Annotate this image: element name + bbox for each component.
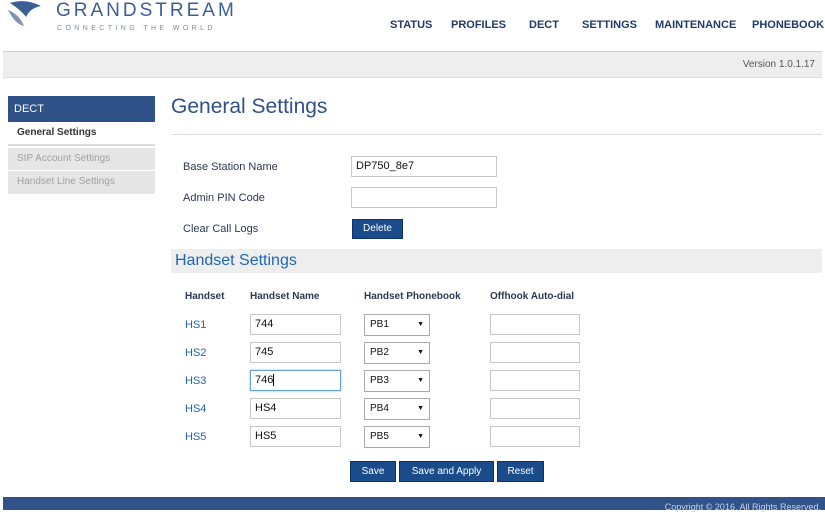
nav-maintenance[interactable]: MAINTENANCE bbox=[655, 19, 736, 31]
select-value: PB3 bbox=[370, 375, 389, 386]
sidebar-item-handset-line-settings[interactable]: Handset Line Settings bbox=[8, 171, 155, 193]
offhook-auto-dial-input[interactable] bbox=[490, 398, 580, 419]
select-value: PB4 bbox=[370, 403, 389, 414]
handset-settings-header: Handset Settings bbox=[171, 249, 822, 273]
text-caret bbox=[273, 374, 275, 387]
sidebar-item-label: SIP Account Settings bbox=[17, 153, 111, 164]
version-label: Version 1.0.1.17 bbox=[742, 59, 815, 70]
handset-id: HS4 bbox=[185, 403, 207, 415]
copyright-text: Copyright © 2016. All Rights Reserved. bbox=[664, 502, 821, 512]
handset-phonebook-select[interactable]: PB5 ▼ bbox=[364, 426, 430, 448]
offhook-auto-dial-input[interactable] bbox=[490, 370, 580, 391]
page-title: General Settings bbox=[171, 95, 328, 118]
column-header-handset: Handset bbox=[185, 291, 225, 302]
admin-pin-label: Admin PIN Code bbox=[183, 192, 265, 204]
handset-id: HS1 bbox=[185, 319, 207, 331]
handset-phonebook-select[interactable]: PB3 ▼ bbox=[364, 370, 430, 392]
offhook-auto-dial-input[interactable] bbox=[490, 342, 580, 363]
nav-dect[interactable]: DECT bbox=[529, 19, 559, 31]
top-nav: STATUS PROFILES DECT SETTINGS MAINTENANC… bbox=[0, 19, 825, 35]
select-value: PB2 bbox=[370, 347, 389, 358]
offhook-auto-dial-input[interactable] bbox=[490, 426, 580, 447]
dropdown-arrow-icon: ▼ bbox=[417, 321, 424, 328]
handset-name-input[interactable]: HS4 bbox=[250, 398, 341, 419]
sidebar-item-label: Handset Line Settings bbox=[17, 176, 115, 187]
handset-name-input[interactable]: HS5 bbox=[250, 426, 341, 447]
offhook-auto-dial-input[interactable] bbox=[490, 314, 580, 335]
sidebar-item-label: General Settings bbox=[17, 127, 97, 138]
title-divider bbox=[171, 134, 822, 135]
admin-pin-input[interactable] bbox=[351, 187, 497, 208]
handset-phonebook-select[interactable]: PB2 ▼ bbox=[364, 342, 430, 364]
sidebar-item-sip-account-settings[interactable]: SIP Account Settings bbox=[8, 148, 155, 170]
handset-phonebook-select[interactable]: PB4 ▼ bbox=[364, 398, 430, 420]
base-station-name-input[interactable]: DP750_8e7 bbox=[351, 156, 497, 177]
base-station-name-label: Base Station Name bbox=[183, 161, 278, 173]
nav-settings[interactable]: SETTINGS bbox=[582, 19, 637, 31]
handset-name-input[interactable]: 744 bbox=[250, 314, 341, 335]
dropdown-arrow-icon: ▼ bbox=[417, 433, 424, 440]
footer: Copyright © 2016. All Rights Reserved. bbox=[3, 497, 825, 512]
select-value: PB5 bbox=[370, 431, 389, 442]
handset-id: HS3 bbox=[185, 375, 207, 387]
handset-id: HS2 bbox=[185, 347, 207, 359]
nav-phonebook[interactable]: PHONEBOOK bbox=[752, 19, 824, 31]
handset-phonebook-select[interactable]: PB1 ▼ bbox=[364, 314, 430, 336]
nav-profiles[interactable]: PROFILES bbox=[451, 19, 506, 31]
handset-name-input[interactable]: 745 bbox=[250, 342, 341, 363]
select-value: PB1 bbox=[370, 319, 389, 330]
nav-status[interactable]: STATUS bbox=[390, 19, 432, 31]
reset-button[interactable]: Reset bbox=[497, 461, 544, 482]
column-header-handset-name: Handset Name bbox=[250, 291, 320, 302]
save-and-apply-button[interactable]: Save and Apply bbox=[399, 461, 494, 482]
sidebar-header-label: DECT bbox=[14, 103, 44, 115]
column-header-handset-phonebook: Handset Phonebook bbox=[364, 291, 461, 302]
dropdown-arrow-icon: ▼ bbox=[417, 405, 424, 412]
dropdown-arrow-icon: ▼ bbox=[417, 377, 424, 384]
handset-name-input-focused[interactable]: 746 bbox=[250, 370, 341, 391]
column-header-offhook-auto-dial: Offhook Auto-dial bbox=[490, 291, 575, 302]
save-button[interactable]: Save bbox=[350, 461, 396, 482]
header: GRANDSTREAM CONNECTING THE WORLD STATUS … bbox=[0, 0, 825, 50]
handset-settings-title: Handset Settings bbox=[175, 252, 297, 269]
clear-call-logs-label: Clear Call Logs bbox=[183, 223, 259, 235]
handset-id: HS5 bbox=[185, 431, 207, 443]
delete-button[interactable]: Delete bbox=[352, 219, 403, 239]
sidebar-bottom-edge bbox=[8, 193, 155, 194]
dropdown-arrow-icon: ▼ bbox=[417, 349, 424, 356]
version-bar: Version 1.0.1.17 bbox=[3, 51, 822, 78]
input-value: 746 bbox=[255, 374, 274, 386]
sidebar-item-general-settings[interactable]: General Settings bbox=[8, 122, 155, 146]
sidebar-header[interactable]: DECT bbox=[8, 96, 155, 122]
